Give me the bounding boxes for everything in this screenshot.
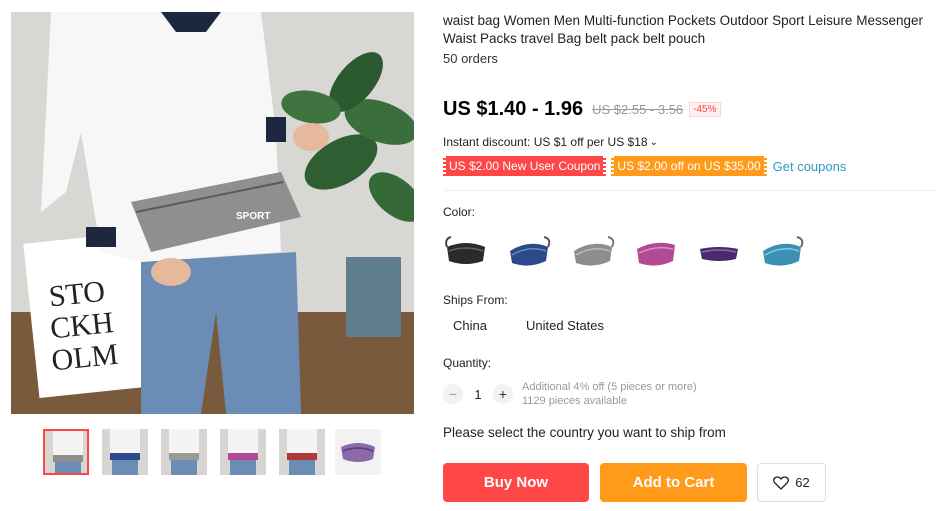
thumb-gray-bag-2-icon xyxy=(161,429,207,475)
quantity-input[interactable]: 1 xyxy=(463,387,493,402)
bulk-discount-text: Additional 4% off (5 pieces or more) xyxy=(522,381,697,393)
gray-bag-icon xyxy=(574,236,615,266)
price-row: US $1.40 - 1.96 US $2.55 - 3.56 -45% xyxy=(443,96,721,122)
thumbnail-strip xyxy=(43,429,383,477)
ship-option-china[interactable]: China xyxy=(443,312,497,340)
quantity-increase-button[interactable]: + xyxy=(493,384,513,404)
get-coupons-link[interactable]: Get coupons xyxy=(773,159,847,174)
instant-discount[interactable]: Instant discount: US $1 off per US $18 ⌄ xyxy=(443,135,658,149)
thumbnail-3[interactable] xyxy=(161,429,207,475)
action-bar: Buy Now Add to Cart 62 xyxy=(443,463,826,502)
thumb-pink-bag-icon xyxy=(220,429,266,475)
stock-available-text: 1129 pieces available xyxy=(522,395,627,407)
thumb-red-bag-icon xyxy=(279,429,325,475)
ship-option-united-states[interactable]: United States xyxy=(516,312,614,340)
thumbnail-1[interactable] xyxy=(43,429,89,475)
sky-blue-bag-icon xyxy=(763,236,804,266)
color-swatch-gray[interactable] xyxy=(570,229,616,275)
chevron-down-icon: ⌄ xyxy=(649,136,658,148)
divider xyxy=(443,190,937,191)
pink-bag-icon xyxy=(637,242,675,266)
quantity-stepper: − 1 + Additional 4% off (5 pieces or mor… xyxy=(443,380,697,408)
black-bag-icon xyxy=(445,236,485,264)
wishlist-button[interactable]: 62 xyxy=(757,463,826,502)
color-swatch-pink[interactable] xyxy=(633,229,679,275)
thumbnail-6[interactable] xyxy=(335,429,381,475)
original-price: US $2.55 - 3.56 xyxy=(592,101,684,117)
thumbnail-5[interactable] xyxy=(279,429,325,475)
thumbnail-4[interactable] xyxy=(220,429,266,475)
main-product-image[interactable]: STO CKH OLM SPORT xyxy=(11,12,414,414)
current-price: US $1.40 - 1.96 xyxy=(443,97,584,120)
thumbnail-2[interactable] xyxy=(102,429,148,475)
quantity-info: Additional 4% off (5 pieces or more) 112… xyxy=(522,380,697,408)
color-swatch-sky-blue[interactable] xyxy=(759,229,805,275)
coupon-row: US $2.00 New User Coupon US $2.00 off on… xyxy=(443,156,846,176)
instant-discount-text: Instant discount: US $1 off per US $18 xyxy=(443,135,648,149)
color-swatch-black[interactable] xyxy=(443,229,489,275)
thumb-gray-bag-icon xyxy=(45,431,87,473)
add-to-cart-button[interactable]: Add to Cart xyxy=(600,463,747,502)
buy-now-button[interactable]: Buy Now xyxy=(443,463,589,502)
quantity-decrease-button[interactable]: − xyxy=(443,384,463,404)
ships-from-label: Ships From: xyxy=(443,293,508,307)
svg-text:SPORT: SPORT xyxy=(236,211,270,222)
svg-text:OLM: OLM xyxy=(50,338,120,378)
new-user-coupon[interactable]: US $2.00 New User Coupon xyxy=(443,156,607,176)
color-swatch-purple[interactable] xyxy=(696,229,742,275)
navy-bag-icon xyxy=(510,236,551,266)
discount-badge: -45% xyxy=(689,101,721,117)
threshold-coupon[interactable]: US $2.00 off on US $35.00 xyxy=(611,156,767,176)
purple-bag-icon xyxy=(700,247,738,261)
heart-icon xyxy=(773,475,790,490)
wishlist-count: 62 xyxy=(795,475,810,490)
ships-from-options: China United States xyxy=(443,312,633,340)
product-photo: STO CKH OLM SPORT xyxy=(11,12,414,414)
ship-country-prompt: Please select the country you want to sh… xyxy=(443,425,726,440)
thumb-blue-bag-icon xyxy=(102,429,148,475)
thumb-purple-bag-icon xyxy=(335,429,381,475)
orders-count: 50 orders xyxy=(443,51,498,66)
color-label: Color: xyxy=(443,205,476,219)
color-swatch-navy[interactable] xyxy=(506,229,552,275)
product-title: waist bag Women Men Multi-function Pocke… xyxy=(443,13,923,46)
quantity-label: Quantity: xyxy=(443,356,492,370)
